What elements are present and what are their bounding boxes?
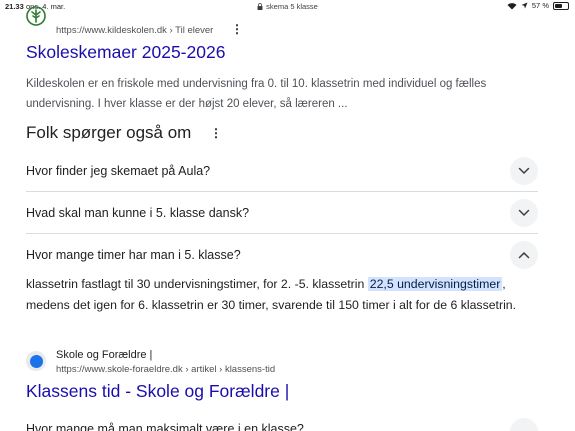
answer-part: klassetrin fastlagt til 30 undervisnings… <box>26 277 368 291</box>
people-also-ask-heading: Folk spørger også om <box>26 123 192 142</box>
chevron-up-icon[interactable] <box>510 241 538 269</box>
paa-question-text: Hvad skal man kunne i 5. klasse dansk? <box>26 205 250 220</box>
kildeskolen-favicon[interactable] <box>26 6 46 36</box>
result-title-link[interactable]: Skoleskemaer 2025-2026 <box>26 42 225 63</box>
paa-question-2[interactable]: Hvad skal man kunne i 5. klasse dansk? <box>26 192 538 234</box>
chevron-down-icon[interactable] <box>510 156 538 185</box>
chevron-down-icon[interactable] <box>510 418 538 431</box>
result-snippet: Kildeskolen er en friskole med undervisn… <box>26 78 487 110</box>
tree-logo-icon <box>26 6 46 26</box>
answer-highlight: 22,5 undervisningstimer <box>367 277 503 291</box>
battery-icon <box>553 1 569 10</box>
source-url[interactable]: https://www.skole-foraeldre.dk › artikel… <box>56 364 275 375</box>
result-url[interactable]: https://www.kildeskolen.dk › Til elever <box>56 25 213 36</box>
chevron-down-icon[interactable] <box>510 198 538 227</box>
paa-question-4-partial[interactable]: Hvor mange må man maksimalt være i en kl… <box>26 422 304 431</box>
source-name[interactable]: Skole og Forældre | <box>56 349 152 361</box>
paa-more-icon[interactable]: ⋮ <box>210 127 222 139</box>
battery-percent: 57 % <box>531 1 549 10</box>
source-title-link[interactable]: Klassens tid - Skole og Forældre | <box>26 381 289 402</box>
result-more-icon[interactable]: ⋮ <box>231 23 243 35</box>
status-right: 57 % <box>507 1 569 10</box>
paa-question-text: Hvor finder jeg skemaet på Aula? <box>26 163 211 178</box>
address-bar[interactable]: skema 5 klasse <box>0 2 575 11</box>
status-bar: 21.33 ons. 4. mar. skema 5 klasse 57 % <box>0 0 575 14</box>
paa-answer-text: klassetrin fastlagt til 30 undervisnings… <box>26 274 546 316</box>
source-favicon[interactable] <box>26 351 46 371</box>
location-icon <box>521 2 528 9</box>
paa-question-text: Hvor mange timer har man i 5. klasse? <box>26 248 241 262</box>
wifi-icon <box>507 2 517 10</box>
address-text: skema 5 klasse <box>266 2 318 11</box>
paa-question-3-expanded[interactable]: Hvor mange timer har man i 5. klasse? <box>26 234 538 276</box>
lock-icon <box>257 3 263 10</box>
paa-question-1[interactable]: Hvor finder jeg skemaet på Aula? <box>26 150 538 192</box>
